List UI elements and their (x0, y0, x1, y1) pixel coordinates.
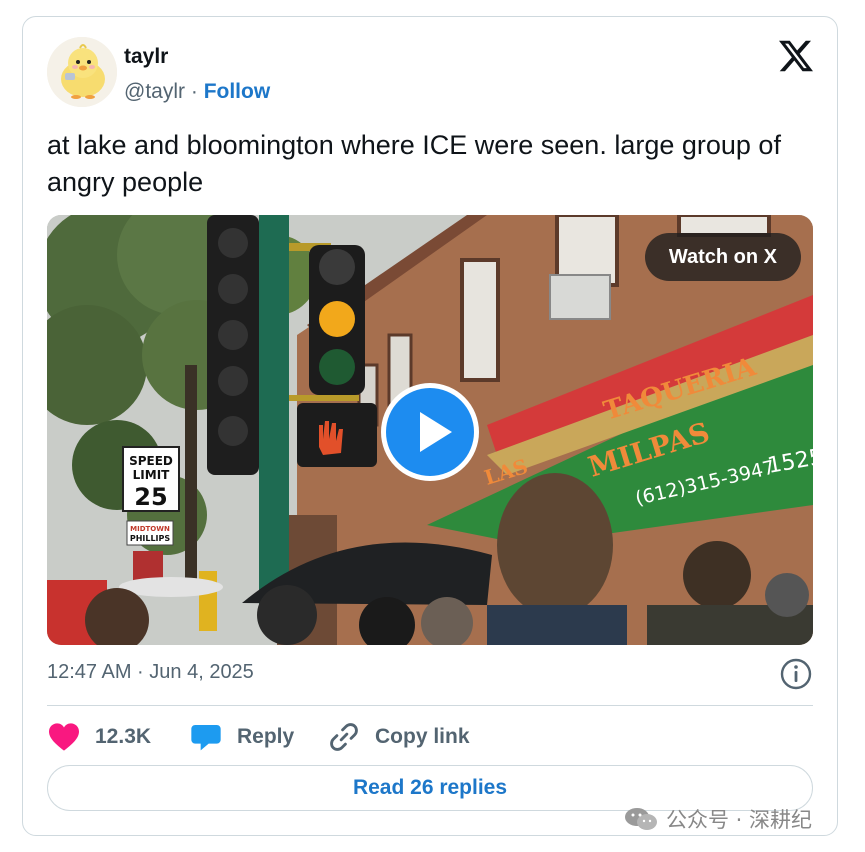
action-bar: 12.3K Reply Copy link (47, 717, 807, 757)
tweet-timestamp[interactable]: 12:47 AM · Jun 4, 2025 (47, 661, 254, 684)
tweet-text: at lake and bloomington where ICE were s… (47, 130, 781, 197)
avatar[interactable] (47, 37, 117, 107)
duck-avatar-illustration (47, 37, 117, 107)
reply-bubble-icon (191, 725, 221, 751)
like-button[interactable]: 12.3K (47, 717, 151, 757)
like-count: 12.3K (95, 725, 152, 748)
copy-link-label: Copy link (375, 725, 470, 748)
play-button[interactable] (381, 383, 479, 481)
info-icon[interactable] (779, 657, 813, 691)
speed-sign-line1: SPEED (129, 454, 173, 468)
author-handle-row: @taylr · Follow (124, 79, 270, 105)
watch-on-x-button[interactable]: Watch on X (644, 233, 801, 281)
reply-label: Reply (237, 725, 295, 748)
midtown-sign-line2: PHILLIPS (130, 534, 171, 543)
author-name[interactable]: taylr (124, 44, 270, 70)
wechat-icon (625, 808, 657, 830)
embedded-tweet-card: taylr @taylr · Follow at lake and bloomi… (22, 16, 838, 836)
watermark: 公众号 · 深耕纪 (624, 804, 812, 834)
divider (47, 705, 813, 706)
copy-link-button[interactable]: Copy link (327, 717, 470, 757)
speed-sign-line2: LIMIT (133, 468, 171, 482)
heart-icon (49, 723, 79, 751)
speed-sign-value: 25 (134, 483, 167, 511)
midtown-sign-line1: MIDTOWN (130, 525, 170, 533)
author-handle[interactable]: @taylr (124, 80, 185, 103)
handle-separator: · (190, 80, 198, 103)
watermark-text: 公众号 · 深耕纪 (666, 808, 813, 832)
link-icon (330, 723, 358, 751)
x-logo-icon[interactable] (779, 39, 813, 73)
reply-button[interactable]: Reply (189, 717, 294, 757)
play-icon (420, 412, 452, 452)
author-block: taylr @taylr · Follow (124, 44, 270, 105)
video-media[interactable]: TAQUERIA LAS MILPAS (612)315-3947 1525 S… (47, 215, 813, 645)
play-button-circle (386, 388, 474, 476)
follow-button[interactable]: Follow (204, 80, 271, 103)
